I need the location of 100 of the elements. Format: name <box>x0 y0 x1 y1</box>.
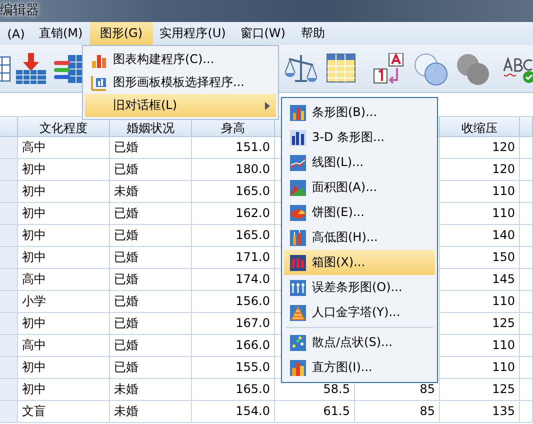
table-cell: 初中 <box>18 181 110 203</box>
menu-item[interactable]: 直方图(I)... <box>284 355 435 380</box>
table-cell: 已婚 <box>110 247 192 269</box>
table-cell: 文盲 <box>18 401 110 423</box>
row-header[interactable] <box>0 137 18 159</box>
table-cell: 高中 <box>18 269 110 291</box>
table-cell: 125 <box>440 379 520 401</box>
menu-item[interactable]: 旧对话框(L) <box>85 94 276 117</box>
high-low-chart-icon <box>290 230 306 246</box>
row-header[interactable] <box>0 225 18 247</box>
column-header[interactable]: 收缩压 <box>440 117 520 137</box>
table-cell <box>520 269 533 291</box>
column-header[interactable]: 文化程度 <box>18 117 110 137</box>
menu-item[interactable]: 面积图(A)... <box>284 175 435 200</box>
table-cell: 小学 <box>18 291 110 313</box>
row-header[interactable] <box>0 247 18 269</box>
menu-item[interactable]: 高低图(H)... <box>284 225 435 250</box>
row-header[interactable] <box>0 335 18 357</box>
table-cell: 162.0 <box>192 203 275 225</box>
table-cell: 高中 <box>18 335 110 357</box>
menu-item[interactable]: 图形画板模板选择程序... <box>85 71 276 94</box>
row-header[interactable] <box>0 401 18 423</box>
table-cell: 85 <box>355 401 440 423</box>
table-cell <box>520 335 533 357</box>
table-cell: 已婚 <box>110 203 192 225</box>
bar-chart-icon <box>290 104 306 120</box>
table-cell <box>520 203 533 225</box>
menu-item[interactable]: 饼图(E)... <box>284 200 435 225</box>
row-header[interactable] <box>0 357 18 379</box>
scales-icon[interactable] <box>285 53 317 85</box>
table-cell: 110 <box>440 291 520 313</box>
table-cell <box>520 379 533 401</box>
menu-item[interactable]: 窗口(W) <box>232 22 293 45</box>
menu-item[interactable]: 直销(M) <box>32 22 90 45</box>
table-cell: 初中 <box>18 379 110 401</box>
grid-icon[interactable] <box>326 53 356 83</box>
scatter-plot-icon <box>290 334 306 350</box>
menu-item[interactable]: 图形(G) <box>90 22 153 45</box>
row-header[interactable] <box>0 159 18 181</box>
submenu-arrow-icon <box>265 102 270 110</box>
filled-circles-icon[interactable] <box>455 53 491 87</box>
table-cell: 已婚 <box>110 137 192 159</box>
bar-chart-icon <box>290 130 306 146</box>
pyramid-icon <box>290 304 306 320</box>
table-cell: 167.0 <box>192 313 275 335</box>
table-cell: 初中 <box>18 159 110 181</box>
table-cell: 120 <box>440 159 520 181</box>
table-cell: 155.0 <box>192 357 275 379</box>
table-cell: 125 <box>440 313 520 335</box>
table-cell: 151.0 <box>192 137 275 159</box>
table-cell: 150 <box>440 247 520 269</box>
table-cell: 154.0 <box>192 401 275 423</box>
menu-item[interactable]: 实用程序(U) <box>152 22 233 45</box>
menu-item[interactable]: 误差条形图(O)... <box>284 275 435 300</box>
table-cell: 110 <box>440 335 520 357</box>
table-cell: 165.0 <box>192 225 275 247</box>
menu-item[interactable]: 人口金字塔(Y)... <box>284 300 435 325</box>
row-header[interactable] <box>0 379 18 401</box>
table-cell: 初中 <box>18 313 110 335</box>
menu-item[interactable]: (A) <box>0 22 32 45</box>
menu-item[interactable]: 帮助 <box>292 22 333 45</box>
table-cell <box>520 247 533 269</box>
table-cell: 未婚 <box>110 401 192 423</box>
table-cell <box>520 137 533 159</box>
menu-item[interactable]: 图表构建程序(C)... <box>85 48 276 71</box>
menu-item[interactable]: 箱图(X)... <box>284 250 435 275</box>
menu-item[interactable]: 线图(L)... <box>284 150 435 175</box>
table-cell: 未婚 <box>110 379 192 401</box>
table-cell: 已婚 <box>110 357 192 379</box>
column-header[interactable] <box>0 117 18 137</box>
table-cell <box>520 181 533 203</box>
menu-item[interactable]: 散点/点状(S)... <box>284 330 435 355</box>
table-cell: 61.5 <box>275 401 355 423</box>
table-cell: 166.0 <box>192 335 275 357</box>
error-bar-icon <box>290 280 306 296</box>
column-header[interactable] <box>520 117 533 137</box>
table-cell: 已婚 <box>110 335 192 357</box>
row-header[interactable] <box>0 313 18 335</box>
table-cell: 180.0 <box>192 159 275 181</box>
table-cell <box>520 225 533 247</box>
row-header[interactable] <box>0 203 18 225</box>
menu-item[interactable]: 3-D 条形图... <box>284 125 435 150</box>
menu-item[interactable]: 条形图(B)... <box>284 100 435 125</box>
table-cell: 110 <box>440 357 520 379</box>
row-header[interactable] <box>0 181 18 203</box>
row-header[interactable] <box>0 269 18 291</box>
table-cell: 174.0 <box>192 269 275 291</box>
table-cell: 145 <box>440 269 520 291</box>
circles-icon[interactable] <box>413 53 449 87</box>
row-header[interactable] <box>0 291 18 313</box>
insert-cases-icon[interactable] <box>15 53 47 85</box>
table-cell: 120 <box>440 137 520 159</box>
table-cell: 已婚 <box>110 313 192 335</box>
table-cell: 初中 <box>18 247 110 269</box>
pie-chart-icon <box>290 204 306 220</box>
table-cell: 已婚 <box>110 159 192 181</box>
table-cell: 初中 <box>18 357 110 379</box>
table-cell: 初中 <box>18 225 110 247</box>
table-cell: 已婚 <box>110 291 192 313</box>
table-cell: 未婚 <box>110 181 192 203</box>
